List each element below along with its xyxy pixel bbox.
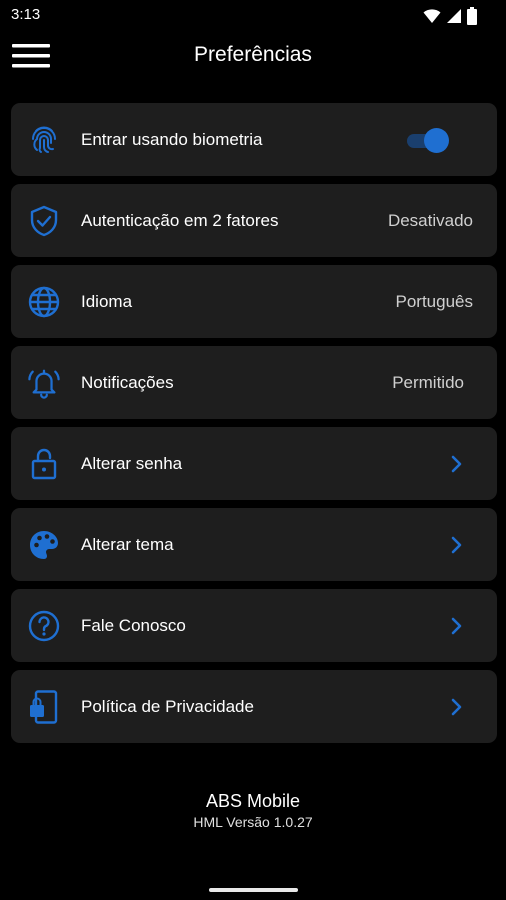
status-bar: 3:13 [0,0,506,32]
setting-value: Português [395,291,474,311]
wifi-icon [423,8,441,24]
globe-icon [28,286,60,318]
page-title: Preferências [194,43,312,66]
setting-value: Desativado [387,210,473,230]
app-footer: ABS Mobile HML Versão 1.0.27 [0,790,506,832]
setting-label: Política de Privacidade [81,696,254,716]
chevron-right-icon [451,536,462,553]
fingerprint-icon [28,124,60,156]
setting-value: Permitido [392,372,464,392]
setting-biometric-login[interactable]: Entrar usando biometria [11,103,497,176]
app-version: HML Versão 1.0.27 [193,814,313,830]
phone-lock-icon [28,689,60,724]
help-circle-icon [28,610,60,642]
status-icons [423,7,477,25]
setting-contact-us[interactable]: Fale Conosco [11,589,497,662]
setting-label: Alterar tema [81,534,174,554]
biometric-toggle[interactable] [407,127,449,153]
setting-notifications[interactable]: Notificações Permitido [11,346,497,419]
setting-label: Entrar usando biometria [81,129,263,149]
app-name: ABS Mobile [205,791,301,811]
setting-label: Alterar senha [81,453,183,473]
bell-icon [28,367,60,399]
app-bar: Preferências [0,32,506,82]
setting-change-theme[interactable]: Alterar tema [11,508,497,581]
chevron-right-icon [451,617,462,634]
setting-language[interactable]: Idioma Português [11,265,497,338]
palette-icon [28,529,60,561]
toggle-thumb [424,127,449,153]
setting-label: Autenticação em 2 fatores [81,210,279,230]
lock-icon [28,448,60,480]
setting-label: Idioma [81,291,133,311]
chevron-right-icon [451,698,462,715]
settings-list: Entrar usando biometria Autenticação em … [11,103,497,751]
chevron-right-icon [451,455,462,472]
setting-label: Fale Conosco [81,615,186,635]
preferences-screen: 3:13 Preferências Entrar usando biometri… [0,0,506,900]
setting-change-password[interactable]: Alterar senha [11,427,497,500]
home-indicator[interactable] [209,888,298,892]
setting-privacy-policy[interactable]: Política de Privacidade [11,670,497,743]
setting-two-factor-auth[interactable]: Autenticação em 2 fatores Desativado [11,184,497,257]
status-time: 3:13 [11,6,41,23]
battery-icon [467,7,477,25]
shield-check-icon [28,205,60,237]
setting-label: Notificações [81,372,174,392]
signal-icon [446,8,462,24]
